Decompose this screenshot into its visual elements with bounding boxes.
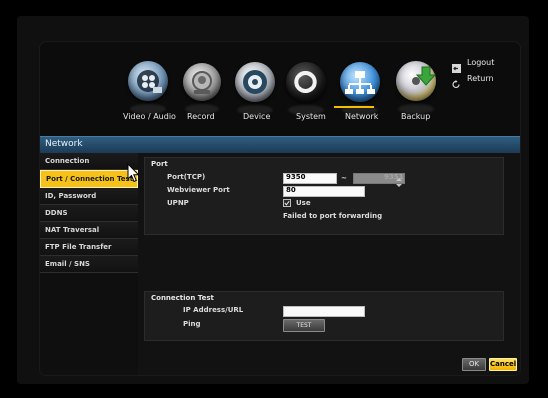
logout-button[interactable]: Logout <box>452 56 512 73</box>
connection-test-title: Connection Test <box>151 294 214 302</box>
sidebar-item-ddns[interactable]: DDNS <box>40 205 138 222</box>
upnp-status-text: Failed to port forwarding <box>283 212 383 220</box>
ping-label: Ping <box>183 320 201 328</box>
session-controls: Logout Return <box>452 56 512 88</box>
port-range-separator: ~ <box>341 174 347 182</box>
webviewer-port-label: Webviewer Port <box>167 186 230 194</box>
sidebar-item-id-password[interactable]: ID, Password <box>40 188 138 205</box>
video-audio-icon[interactable] <box>128 61 168 114</box>
sidebar: Connection Port / Connection Test ID, Pa… <box>40 153 138 375</box>
port-tcp-start-input[interactable]: 9350 <box>283 173 337 184</box>
ip-address-input[interactable] <box>283 306 365 317</box>
upnp-use-label: Use <box>296 199 311 207</box>
port-tcp-end-spinner <box>395 173 403 187</box>
port-panel-title: Port <box>151 160 168 168</box>
backup-icon[interactable] <box>396 61 436 114</box>
ok-button[interactable]: OK <box>462 358 486 371</box>
menu-video-audio[interactable]: Video / Audio <box>123 112 176 121</box>
return-button[interactable]: Return <box>452 72 512 88</box>
logout-icon <box>452 58 461 73</box>
menu-system[interactable]: System <box>296 112 326 121</box>
upnp-label: UPNP <box>167 199 189 207</box>
port-tcp-label: Port(TCP) <box>167 173 206 181</box>
device-icon[interactable] <box>235 62 275 115</box>
port-tcp-start-value: 9350 <box>286 173 306 181</box>
network-icon[interactable] <box>340 62 380 115</box>
menu-device[interactable]: Device <box>243 112 270 121</box>
webviewer-port-value: 80 <box>286 186 296 194</box>
return-label: Return <box>467 74 494 83</box>
upnp-use-checkbox[interactable] <box>283 199 291 207</box>
main-menu-labels: Video / Audio Record Device System Netwo… <box>40 112 520 128</box>
menu-backup[interactable]: Backup <box>401 112 430 121</box>
menu-record[interactable]: Record <box>187 112 215 121</box>
return-icon <box>452 74 461 88</box>
sidebar-item-nat-traversal[interactable]: NAT Traversal <box>40 222 138 239</box>
checkmark-icon <box>284 200 290 206</box>
mouse-cursor-icon <box>127 162 140 187</box>
ping-test-button[interactable]: TEST <box>283 319 325 332</box>
window-title: Network <box>45 139 83 149</box>
menu-network[interactable]: Network <box>345 112 378 121</box>
port-panel: Port Port(TCP) 9350 ~ 9351 Webviewer Por… <box>144 157 504 235</box>
connection-test-panel: Connection Test IP Address/URL Ping TEST <box>144 291 504 341</box>
dvr-window: Video / Audio Record Device System Netwo… <box>40 42 520 375</box>
system-icon[interactable] <box>286 62 326 115</box>
sidebar-item-ftp-file-transfer[interactable]: FTP File Transfer <box>40 239 138 256</box>
window-title-bar: Network <box>40 136 520 154</box>
ip-address-label: IP Address/URL <box>183 306 244 314</box>
sidebar-item-port-connection-test[interactable]: Port / Connection Test <box>40 170 138 188</box>
webviewer-port-input[interactable]: 80 <box>283 186 365 197</box>
active-menu-underline <box>334 106 374 108</box>
record-icon[interactable] <box>183 63 221 114</box>
sidebar-item-connection[interactable]: Connection <box>40 153 138 170</box>
sidebar-item-email-sns[interactable]: Email / SNS <box>40 256 138 273</box>
logout-label: Logout <box>467 58 495 67</box>
cancel-button[interactable]: Cancel <box>489 358 517 371</box>
settings-content: Port Port(TCP) 9350 ~ 9351 Webviewer Por… <box>138 153 520 375</box>
